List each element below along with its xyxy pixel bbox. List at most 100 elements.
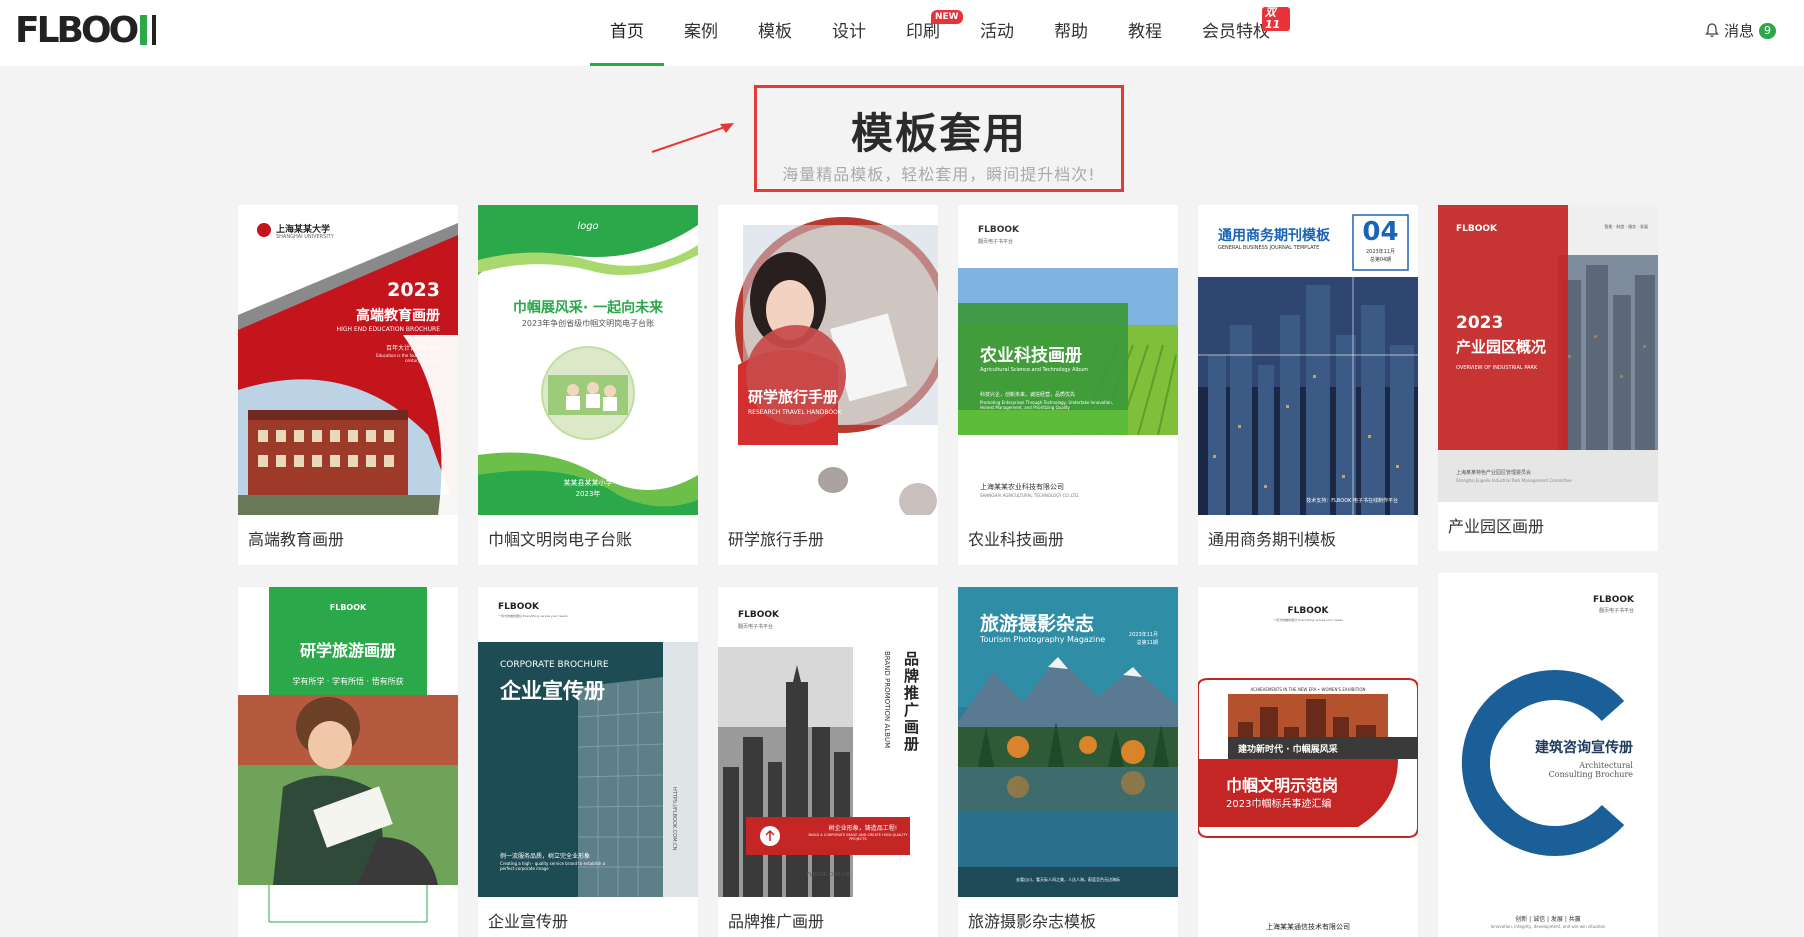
cover-slogan-en: Creating a high - quality service brand … xyxy=(500,861,606,871)
nav-item[interactable]: 设计 xyxy=(812,0,886,66)
cover-artwork xyxy=(735,217,938,515)
nav-badge: 双11 xyxy=(1262,7,1290,31)
template-card[interactable]: 旅游摄影杂志 Tourism Photography Magazine 2023… xyxy=(958,587,1178,937)
template-name: 研学旅行手册 xyxy=(728,530,825,549)
cover-banner: 树企业形象，铸造品工程! xyxy=(828,825,898,832)
nav-item-label: 会员特权 xyxy=(1202,22,1270,42)
nav-item[interactable]: 印刷 NEW xyxy=(886,0,963,66)
template-name: 企业宣传册 xyxy=(488,912,569,931)
nav-item[interactable]: 活动 xyxy=(960,0,1034,66)
cover-footer: 创新 | 诚信 | 发展 | 共赢 xyxy=(1515,916,1581,923)
cover-logo: FLBOOK xyxy=(1287,606,1329,616)
cover-side-url: HTTPS://FLBOOK.COM.CN xyxy=(671,787,677,851)
template-card[interactable]: 上海某某大学 SHANGHAI UNIVERSITY 2023 高端教育画册 H… xyxy=(238,205,458,565)
cover-en: Agricultural Science and Technology Albu… xyxy=(980,367,1089,373)
cover-company: 上海某某通信技术有限公司 xyxy=(1266,923,1350,931)
template-card[interactable]: FLBOOK 翻页电子书平台 农业科技画册 Agricultural Scien… xyxy=(958,205,1178,565)
cover-footer: 去看山川，看天际人间之美，人达人海，蔚蓝至色无边海际 xyxy=(1016,877,1120,882)
cover-issue: 总第11期 xyxy=(1136,640,1158,646)
template-cover: 研学旅行手册 RESEARCH TRAVEL HANDBOOK xyxy=(718,205,938,515)
cover-issue-number: 04 xyxy=(1362,217,1399,247)
cover-en: Tourism Photography Magazine xyxy=(980,635,1106,644)
nav-item-label: 案例 xyxy=(684,22,718,42)
cover-title: 研学旅行手册 xyxy=(748,388,839,406)
template-name: 产业园区画册 xyxy=(1448,517,1545,536)
messages-count-badge: 9 xyxy=(1759,22,1776,39)
template-card[interactable]: logo 巾帼展风采· 一起向未来 2023年争创省级巾帼文明岗电子台账 某某县… xyxy=(478,205,698,565)
nav-item[interactable]: 会员特权 双11 xyxy=(1182,0,1290,66)
cover-year: 2023年 xyxy=(575,490,601,498)
cover-logo: FLBOOK xyxy=(978,225,1020,235)
flbook-logo[interactable]: FLBOO xyxy=(15,10,157,51)
template-card[interactable]: FLBOOK 翻页电子书平台 品牌推广画册 BRAND PROMOTION AL… xyxy=(718,587,938,937)
messages-link[interactable]: 消息 9 xyxy=(1705,20,1776,41)
template-cover: FLBOOK 一切为你做的更好 Everything serves your n… xyxy=(478,587,698,897)
cover-logo: FLBOOK xyxy=(1592,595,1634,605)
cover-artwork xyxy=(478,205,698,515)
cover-banner: 建功新时代 · 巾帼展风采 xyxy=(1238,745,1338,755)
nav-item[interactable]: 模板 xyxy=(738,0,812,66)
template-cover: FLBOOK 翻页电子书平台 建筑咨询宣传册 Architectural Con… xyxy=(1438,573,1658,937)
cover-banner-en: BUILD A CORPORATE IMAGE AND CREATE HIGH-… xyxy=(808,833,908,841)
cover-logo-sub: 翻页电子书平台 xyxy=(1598,608,1634,614)
cover-tagline-en: Education is the foundation of a century… xyxy=(376,353,440,363)
cover-en: GENERAL BUSINESS JOURNAL TEMPLATE xyxy=(1218,245,1320,251)
cover-year: 2023 xyxy=(1456,313,1504,333)
cover-en-vertical: BRAND PROMOTION ALBUM xyxy=(883,651,891,749)
nav-item-label: 帮助 xyxy=(1054,22,1088,42)
template-card[interactable]: FLBOOK 翻页电子书平台 建筑咨询宣传册 Architectural Con… xyxy=(1438,573,1658,937)
nav-item[interactable]: 案例 xyxy=(664,0,738,66)
template-cover: 通用商务期刊模板 GENERAL BUSINESS JOURNAL TEMPLA… xyxy=(1198,205,1418,515)
template-card[interactable]: 研学旅行手册 RESEARCH TRAVEL HANDBOOK 研学旅行手册 xyxy=(718,205,938,565)
template-card[interactable]: FLBOOK 智能 · 制造 · 服务 · 发展 2023 产业园区概况 OVE… xyxy=(1438,205,1658,551)
cover-footer: 技术支持：FLBOOK 电子书在线制作平台 xyxy=(1306,498,1398,504)
cover-committee-en: Shanghai Jiugeliu Industrial Park Manage… xyxy=(1456,478,1572,483)
cover-url: FLBOOK.COM.CN xyxy=(806,872,850,878)
template-name: 通用商务期刊模板 xyxy=(1208,530,1337,549)
cover-title: 农业科技画册 xyxy=(980,346,1082,366)
cover-logo: FLBOOK xyxy=(1456,224,1498,234)
main-nav: 首页 案例 模板 设计 印刷 NEW 活动 帮助 教程 会员特权 双11 xyxy=(590,0,1290,66)
cover-title: 企业宣传册 xyxy=(500,679,605,703)
nav-item-label: 教程 xyxy=(1128,22,1162,42)
cover-committee: 上海某某特色产业园区管理委员会 xyxy=(1456,470,1532,476)
cover-top-right: 智能 · 制造 · 服务 · 发展 xyxy=(1604,224,1648,229)
cover-logo-sub: 翻页电子书平台 xyxy=(978,239,1014,245)
cover-issue-label: 总第04期 xyxy=(1369,257,1392,263)
cover-school: 某某县某某小学 xyxy=(563,479,613,487)
cover-en: CORPORATE BROCHURE xyxy=(500,660,609,670)
nav-item-label: 首页 xyxy=(610,22,644,42)
template-cover: 上海某某大学 SHANGHAI UNIVERSITY 2023 高端教育画册 H… xyxy=(238,205,458,515)
cover-company: 上海某某农业科技有限公司 xyxy=(980,483,1064,491)
top-navigation-bar: FLBOO 首页 案例 模板 设计 印刷 NEW 活动 帮助 教程 会员特权 双11 消息 9 xyxy=(0,0,1804,66)
template-card[interactable]: FLBOOK 研学旅游画册 学有所学 · 学有所悟 · 悟有所获 xyxy=(238,587,458,937)
nav-item[interactable]: 教程 xyxy=(1108,0,1182,66)
cover-subtitle: 2023巾帼标兵事迹汇编 xyxy=(1226,799,1332,810)
cover-logo: FLBOOK xyxy=(738,610,780,620)
template-name: 旅游摄影杂志模板 xyxy=(968,912,1097,931)
nav-item-label: 活动 xyxy=(980,22,1014,42)
cover-title: 研学旅游画册 xyxy=(299,641,396,660)
cover-slogan-en: Promoting Enterprises Through Technology… xyxy=(980,400,1113,410)
cover-company-en: SHANGHAI AGRICULTURAL TECHNOLOGY CO.,LTD… xyxy=(980,493,1080,498)
cover-logo-sub: 一切为你做的更好 Everything serves your needs xyxy=(1273,618,1343,622)
cover-date: 2023年11月 xyxy=(1128,632,1158,638)
cover-artwork xyxy=(1198,678,1418,838)
template-cover: FLBOOK 智能 · 制造 · 服务 · 发展 2023 产业园区概况 OVE… xyxy=(1438,205,1658,502)
cover-en: HIGH END EDUCATION BROCHURE xyxy=(336,326,440,333)
cover-logo: logo xyxy=(577,221,599,232)
template-card[interactable]: FLBOOK 一切为你做的更好 Everything serves your n… xyxy=(478,587,698,937)
cover-en: Architectural Consulting Brochure xyxy=(1548,761,1633,779)
template-cover: logo 巾帼展风采· 一起向未来 2023年争创省级巾帼文明岗电子台账 某某县… xyxy=(478,205,698,515)
nav-item[interactable]: 帮助 xyxy=(1034,0,1108,66)
cover-slogan: 例一流服务品质，树立完全业形象 xyxy=(500,853,591,860)
cover-title: 巾帼文明示范岗 xyxy=(1226,776,1339,795)
nav-item[interactable]: 首页 xyxy=(590,0,664,66)
template-card[interactable]: FLBOOK 一切为你做的更好 Everything serves your n… xyxy=(1198,587,1418,937)
messages-label: 消息 xyxy=(1723,22,1754,40)
cover-slogan: 学有所学 · 学有所悟 · 悟有所获 xyxy=(292,677,404,686)
template-card[interactable]: 通用商务期刊模板 GENERAL BUSINESS JOURNAL TEMPLA… xyxy=(1198,205,1418,565)
template-cover: FLBOOK 研学旅游画册 学有所学 · 学有所悟 · 悟有所获 xyxy=(238,587,458,937)
template-name: 农业科技画册 xyxy=(968,530,1065,549)
cover-date: 2023年11月 xyxy=(1365,249,1396,255)
